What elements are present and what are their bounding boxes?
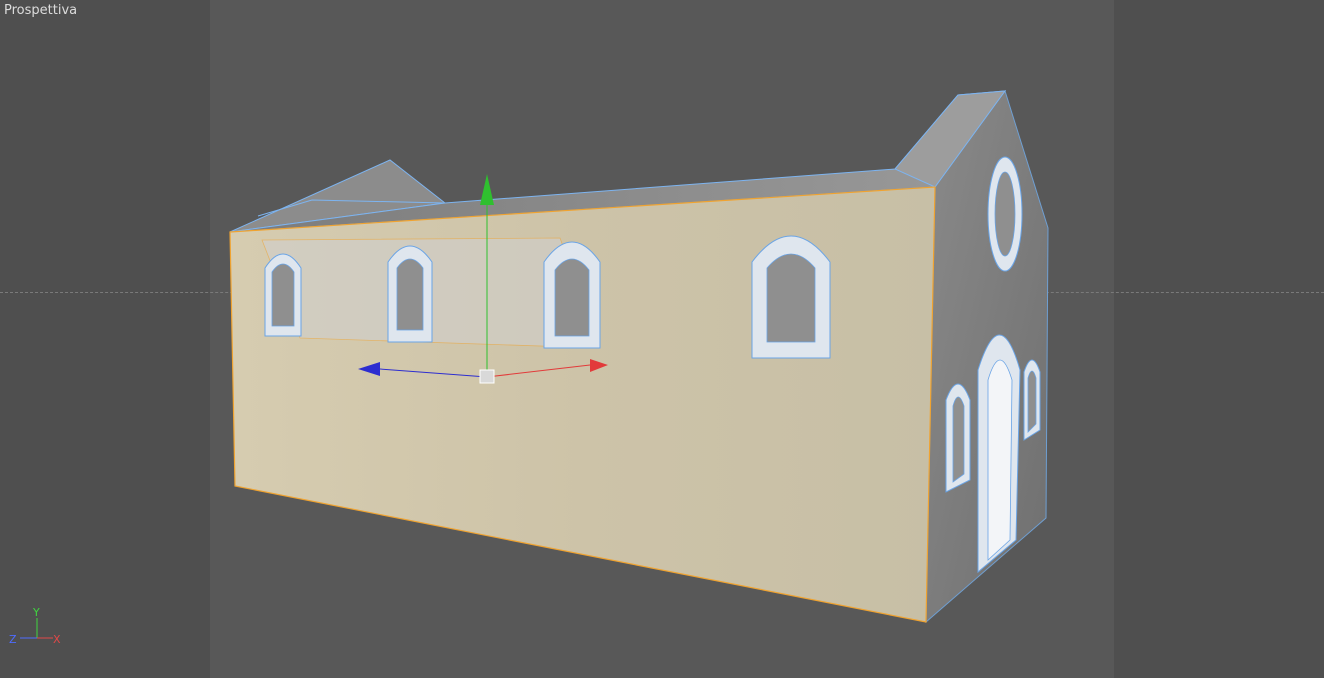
end-window-right: [1023, 359, 1041, 441]
gizmo-center-handle[interactable]: [479, 369, 495, 384]
main-portal: [977, 334, 1021, 574]
axis-z-label: Z: [9, 633, 17, 646]
end-window-left: [945, 383, 971, 493]
side-window-3: [543, 241, 601, 349]
side-window-4: [751, 235, 831, 359]
side-window-2: [387, 245, 433, 343]
axis-x-label: X: [53, 633, 61, 646]
axis-indicator-graphic: Y Z X: [9, 606, 61, 646]
gizmo-y-arrow[interactable]: [480, 174, 494, 205]
building-mesh[interactable]: [229, 89, 1049, 624]
scene-canvas[interactable]: [0, 0, 1324, 678]
side-window-1: [264, 253, 302, 337]
world-axis-indicator: Y Z X: [4, 604, 68, 652]
rose-window: [987, 156, 1023, 272]
axis-y-label: Y: [32, 606, 40, 619]
3d-viewport[interactable]: Prospettiva Y Z X: [0, 0, 1324, 678]
